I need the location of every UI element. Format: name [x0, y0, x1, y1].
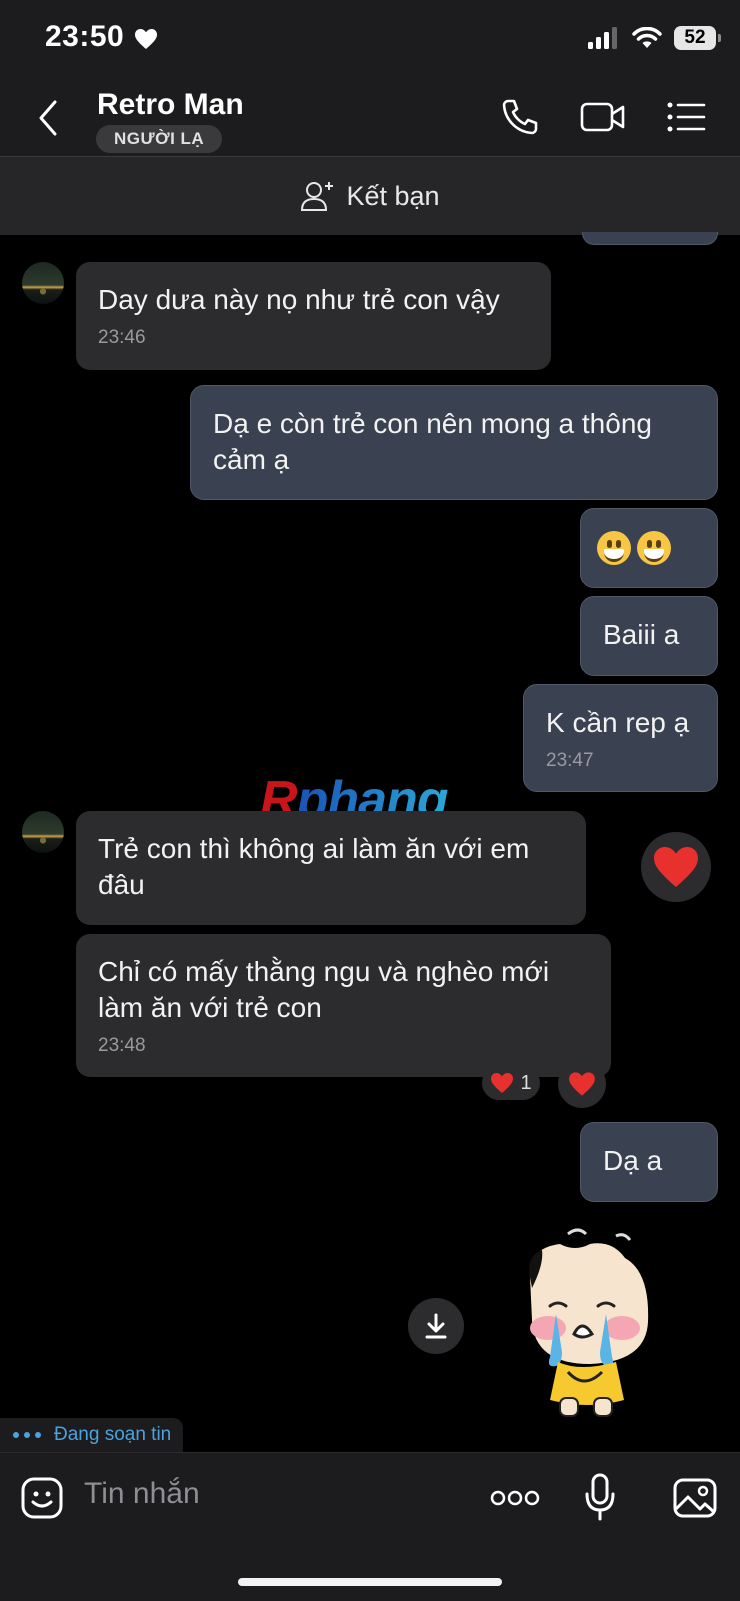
message-text: Dạ a [603, 1145, 663, 1176]
message-time: 23:48 [98, 1035, 146, 1056]
status-time: 23:50 [45, 20, 125, 53]
message-input[interactable]: Tin nhắn [84, 1477, 200, 1511]
heart-reaction-icon [569, 1072, 595, 1096]
message-text: Chỉ có mấy thằng ngu và nghèo mới làm ăn… [98, 956, 550, 1023]
message-incoming[interactable]: Trẻ con thì không ai làm ăn với em đâu [76, 811, 586, 925]
message-outgoing[interactable]: K cần rep ạ 23:47 [523, 684, 718, 792]
sticker-icon[interactable] [20, 1476, 64, 1525]
signal-icon [588, 27, 617, 49]
message-outgoing-emoji[interactable] [580, 508, 718, 588]
heart-icon [134, 28, 158, 55]
phone-icon[interactable] [500, 97, 540, 142]
download-arrow-icon [425, 1313, 447, 1339]
microphone-icon[interactable] [584, 1472, 616, 1527]
add-friend-icon [301, 182, 334, 211]
message-time: 23:46 [98, 327, 146, 348]
message-text: Trẻ con thì không ai làm ăn với em đâu [98, 833, 530, 900]
reaction-count-chip[interactable]: 1 [482, 1066, 540, 1100]
add-friend-button[interactable]: Kết bạn [0, 157, 740, 235]
typing-dots-icon [13, 1432, 41, 1438]
message-incoming[interactable]: Chỉ có mấy thằng ngu và nghèo mới làm ăn… [76, 934, 611, 1077]
status-indicators: 52 [588, 26, 721, 50]
grinning-face-icon [597, 530, 631, 565]
image-gallery-icon[interactable] [672, 1477, 718, 1524]
video-call-icon[interactable] [580, 97, 626, 142]
stranger-badge: NGƯỜI LẠ [96, 125, 223, 153]
avatar[interactable] [22, 811, 64, 853]
back-icon[interactable] [36, 98, 60, 143]
home-indicator[interactable] [238, 1578, 502, 1586]
message-bubble-partial [582, 232, 718, 245]
message-outgoing[interactable]: Dạ e còn trẻ con nên mong a thông cảm ạ [190, 385, 718, 500]
message-incoming[interactable]: Day dưa này nọ như trẻ con vậy 23:46 [76, 262, 551, 370]
message-text: Baiii a [603, 619, 680, 650]
add-friend-label: Kết bạn [346, 180, 440, 211]
message-outgoing[interactable]: Dạ a [580, 1122, 718, 1202]
wifi-icon [632, 27, 662, 48]
message-text: Day dưa này nọ như trẻ con vậy [98, 284, 500, 315]
battery-icon: 52 [674, 26, 721, 50]
heart-reaction-icon [654, 847, 698, 887]
avatar[interactable] [22, 262, 64, 304]
menu-list-icon[interactable] [666, 97, 706, 142]
chat-title[interactable]: Retro Man [97, 88, 244, 122]
scroll-to-bottom-button[interactable] [408, 1298, 464, 1354]
crying-sticker[interactable] [520, 1222, 670, 1437]
typing-indicator: Đang soạn tin [0, 1418, 184, 1452]
message-text: Dạ e còn trẻ con nên mong a thông cảm ạ [213, 408, 652, 475]
heart-icon [491, 1073, 514, 1093]
message-time: 23:47 [546, 750, 594, 771]
message-outgoing[interactable]: Baiii a [580, 596, 718, 676]
message-text: K cần rep ạ [546, 707, 690, 738]
typing-label: Đang soạn tin [54, 1424, 172, 1445]
react-button[interactable] [558, 1060, 606, 1108]
react-button[interactable] [641, 832, 711, 902]
grinning-face-icon [637, 530, 671, 565]
reaction-count: 1 [520, 1071, 532, 1094]
more-options-icon[interactable] [490, 1488, 540, 1513]
